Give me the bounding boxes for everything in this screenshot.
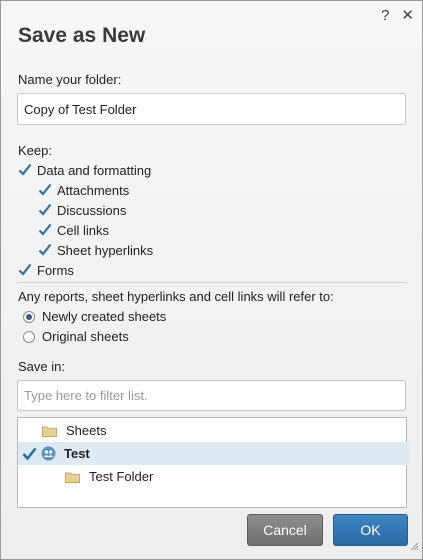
links-refer-label: Any reports, sheet hyperlinks and cell l… [18,289,334,304]
save-as-new-dialog: ? ✕ Save as New Name your folder: Copy o… [0,0,423,560]
folder-name-value: Copy of Test Folder [24,101,137,117]
dialog-title: Save as New [18,24,146,47]
radio-newly-created-sheets[interactable]: Newly created sheets [23,309,166,324]
folder-name-input[interactable]: Copy of Test Folder [17,93,406,125]
keep-discussions-checkbox[interactable]: Discussions [38,203,126,218]
keep-forms-label: Forms [37,263,74,278]
keep-sheet-hyperlinks-checkbox[interactable]: Sheet hyperlinks [38,243,153,258]
keep-cell-links-label: Cell links [57,223,110,238]
list-item-label: Test [64,446,90,461]
checkmark-icon [38,203,52,217]
radio-unselected-icon [23,330,35,343]
save-in-label: Save in: [18,359,65,374]
checkmark-icon [18,163,32,177]
list-item-sheets[interactable]: Sheets [18,419,423,442]
folder-icon [65,471,80,483]
close-icon[interactable]: ✕ [401,7,414,25]
resize-grip-icon[interactable] [409,538,419,556]
list-item-label: Sheets [66,423,107,438]
keep-attachments-label: Attachments [57,183,130,198]
divider [17,282,407,283]
radio-selected-icon [23,310,35,323]
checkmark-icon [38,223,52,237]
save-location-list[interactable]: Sheets Test Test Folder [17,417,410,508]
keep-data-formatting-checkbox[interactable]: Data and formatting [18,163,151,178]
keep-label: Keep: [18,143,52,158]
ok-button[interactable]: OK [333,514,408,546]
keep-forms-checkbox[interactable]: Forms [18,263,74,278]
checkmark-icon [38,183,52,197]
keep-sheet-hyperlinks-label: Sheet hyperlinks [57,243,154,258]
radio-original-label: Original sheets [42,329,129,344]
checkmark-icon [38,243,52,257]
list-item-test[interactable]: Test [18,442,410,465]
list-item-label: Test Folder [89,469,154,484]
folder-icon [42,425,57,437]
filter-input[interactable]: Type here to filter list. [17,380,406,411]
list-item-test-folder[interactable]: Test Folder [18,465,423,488]
keep-data-formatting-label: Data and formatting [37,163,152,178]
window-controls: ? ✕ [381,7,414,25]
workspace-icon [41,446,56,461]
folder-name-label: Name your folder: [18,72,122,87]
keep-cell-links-checkbox[interactable]: Cell links [38,223,109,238]
radio-newly-created-label: Newly created sheets [42,309,167,324]
help-icon[interactable]: ? [381,7,389,25]
filter-placeholder: Type here to filter list. [24,388,148,403]
keep-discussions-label: Discussions [57,203,127,218]
keep-attachments-checkbox[interactable]: Attachments [38,183,129,198]
selected-checkmark-icon [22,447,37,461]
checkmark-icon [18,263,32,277]
radio-original-sheets[interactable]: Original sheets [23,329,129,344]
cancel-button[interactable]: Cancel [247,514,323,546]
